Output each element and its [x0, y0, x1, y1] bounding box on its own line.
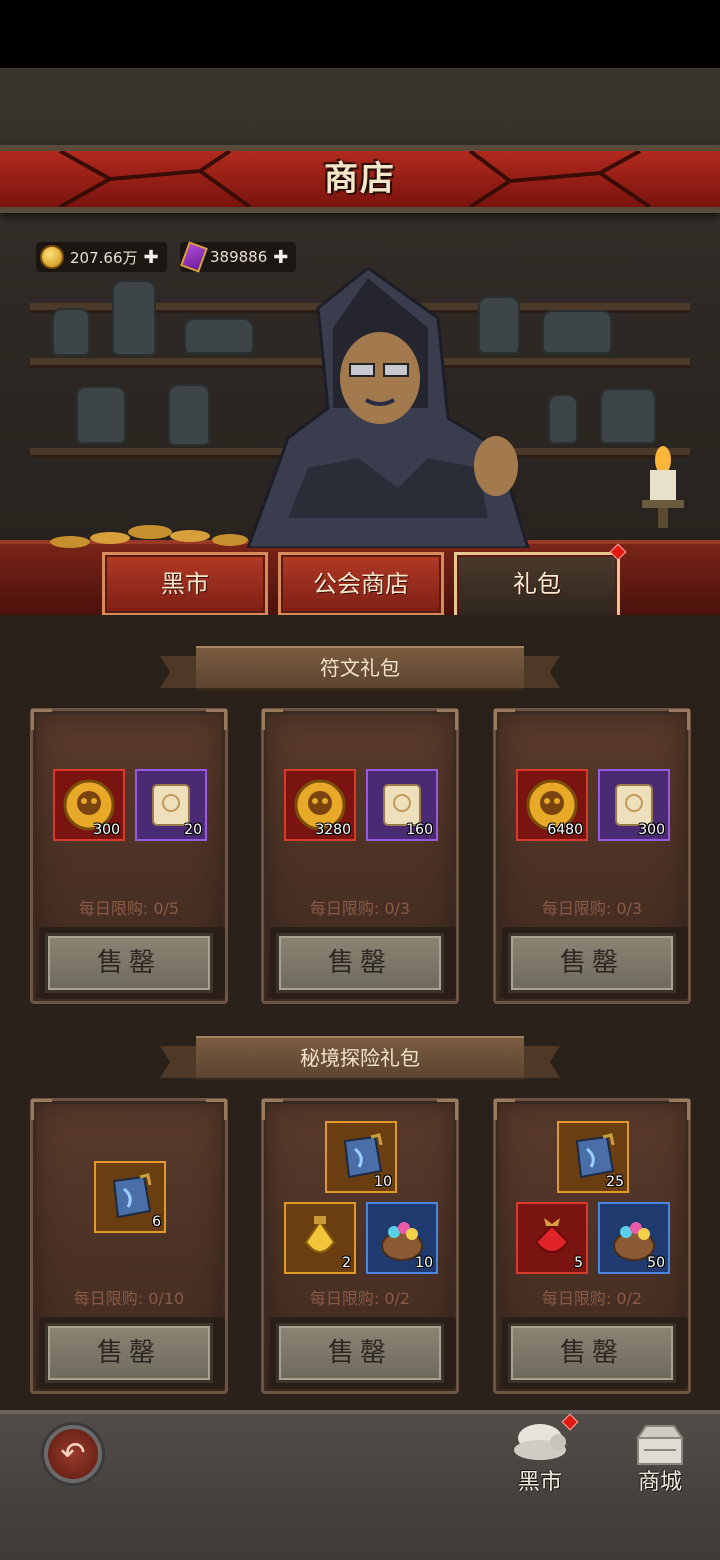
item-slot[interactable]: 2 — [284, 1202, 356, 1274]
card-icon — [180, 241, 208, 273]
daily-limit: 每日限购: 0/5 — [78, 899, 180, 918]
pack-card: 3280 160 每日限购: 0/3 售罄 — [261, 708, 459, 1004]
rune-stone-icon — [112, 1173, 152, 1219]
sold-out-button[interactable]: 售罄 — [276, 933, 444, 993]
section-banner-adventure: 秘境探险礼包 — [160, 1036, 560, 1080]
nav-label: 商城 — [637, 1470, 682, 1495]
item-slot[interactable]: 300 — [598, 769, 670, 841]
item-slot[interactable]: 10 — [325, 1121, 397, 1193]
title-banner: 商店 — [0, 145, 720, 213]
gold-potion-icon — [304, 1216, 336, 1253]
daily-limit: 每日限购: 0/3 — [541, 899, 643, 918]
page-title: 商店 — [324, 159, 396, 199]
section-banner-rune: 符文礼包 — [160, 646, 560, 690]
status-bar — [0, 0, 720, 68]
candle-decoration — [642, 446, 684, 528]
sold-out-button[interactable]: 售罄 — [276, 1323, 444, 1383]
sold-out-button[interactable]: 售罄 — [508, 1323, 676, 1383]
add-card-icon[interactable]: ✚ — [273, 247, 288, 268]
daily-limit: 每日限购: 0/3 — [309, 899, 411, 918]
add-gold-icon[interactable]: ✚ — [144, 247, 159, 268]
nav-label: 黑市 — [517, 1470, 562, 1495]
hooded-merchant-illustration — [246, 268, 530, 548]
shop-tabs: 黑市 公会商店 礼包 — [102, 552, 620, 624]
pack-card: 10 2 10 每日限购: 0/2 售罄 — [261, 1098, 459, 1394]
pack-card: 6 每日限购: 0/10 售罄 — [30, 1098, 228, 1394]
nav-black-market[interactable]: 黑市 — [500, 1420, 580, 1500]
daily-limit: 每日限购: 0/10 — [73, 1289, 185, 1308]
item-slot[interactable]: 300 — [53, 769, 125, 841]
tab-guild-shop[interactable]: 公会商店 — [278, 552, 444, 616]
card-amount: 389886 — [210, 248, 268, 266]
item-slot[interactable]: 160 — [366, 769, 438, 841]
section-title: 秘境探险礼包 — [300, 1046, 420, 1070]
item-slot[interactable]: 3280 — [284, 769, 356, 841]
daily-limit: 每日限购: 0/2 — [309, 1289, 411, 1308]
currency-gold[interactable]: 207.66万 ✚ — [36, 242, 167, 272]
tab-black-market[interactable]: 黑市 — [102, 552, 268, 616]
item-slot[interactable]: 25 — [557, 1121, 629, 1193]
pack-card: 25 5 50 每日限购: 0/2 售罄 — [493, 1098, 691, 1394]
item-slot[interactable]: 20 — [135, 769, 207, 841]
coin-pile-decoration — [50, 525, 248, 548]
item-slot[interactable]: 5 — [516, 1202, 588, 1274]
bottom-nav-bar — [0, 1410, 720, 1560]
item-slot[interactable]: 6 — [94, 1161, 166, 1233]
pack-card: 6480 300 每日限购: 0/3 售罄 — [493, 708, 691, 1004]
section-title: 符文礼包 — [320, 656, 400, 680]
sold-out-button[interactable]: 售罄 — [45, 933, 213, 993]
item-slot[interactable]: 6480 — [516, 769, 588, 841]
back-arrow-icon: ↶ — [60, 1436, 86, 1471]
pack-card: 300 20 每日限购: 0/5 售罄 — [30, 708, 228, 1004]
skull-coin-icon — [40, 245, 64, 269]
sold-out-button[interactable]: 售罄 — [508, 933, 676, 993]
item-slot[interactable]: 10 — [366, 1202, 438, 1274]
red-potion-icon — [534, 1218, 570, 1253]
tab-gift-packs[interactable]: 礼包 — [454, 552, 620, 624]
nav-mall[interactable]: 商城 — [620, 1420, 700, 1500]
back-button[interactable]: ↶ — [44, 1425, 102, 1483]
daily-limit: 每日限购: 0/2 — [541, 1289, 643, 1308]
treasure-chest-icon — [636, 1425, 684, 1465]
sold-out-button[interactable]: 售罄 — [45, 1323, 213, 1383]
currency-cards[interactable]: 389886 ✚ — [180, 241, 297, 273]
gold-amount: 207.66万 — [70, 248, 138, 267]
item-slot[interactable]: 50 — [598, 1202, 670, 1274]
